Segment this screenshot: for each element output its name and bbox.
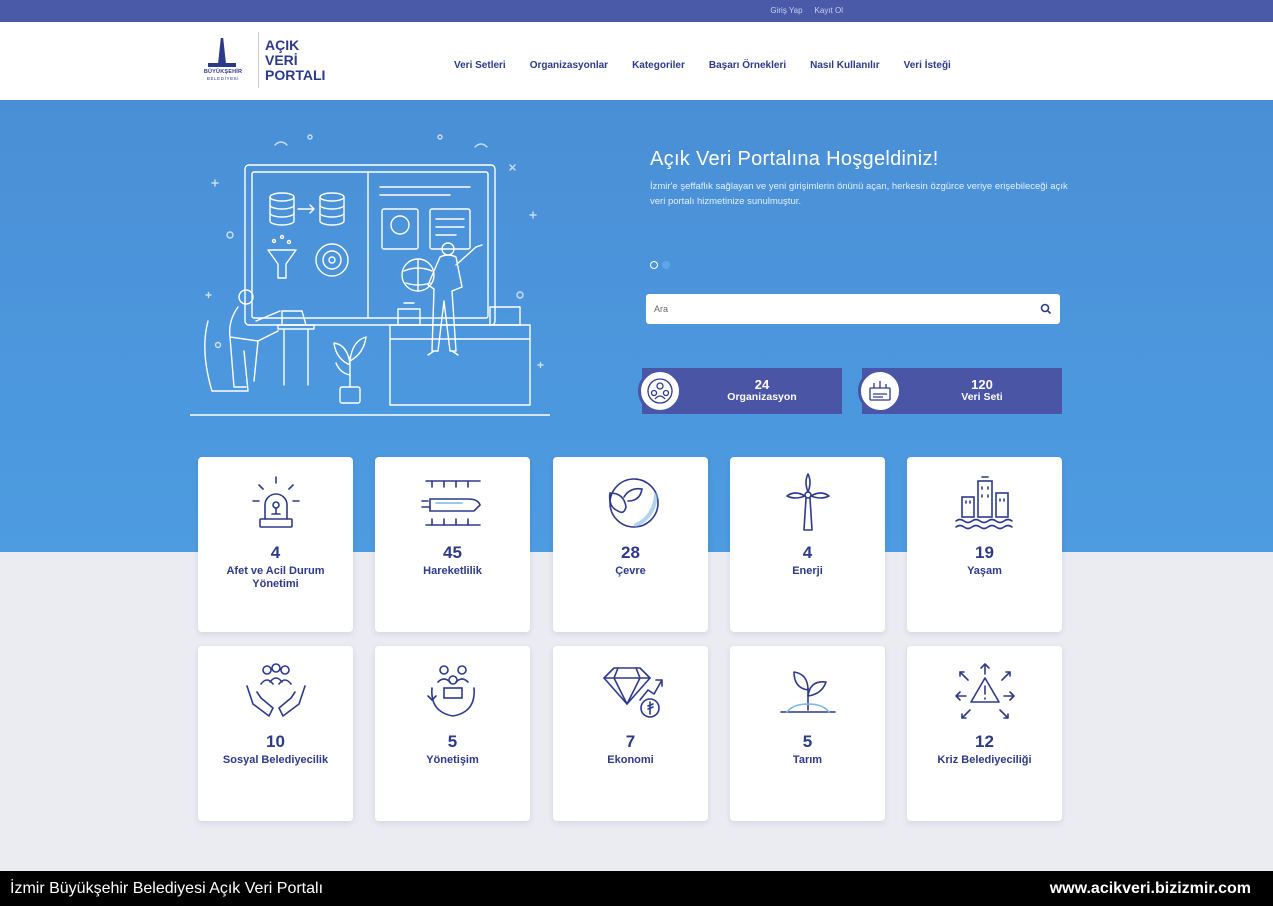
train-icon	[420, 480, 481, 526]
globe-leaf-icon	[608, 478, 659, 528]
crisis-icon	[954, 663, 1015, 719]
hero-description: İzmir'e şeffaflık sağlayan ve yeni giriş…	[650, 181, 1068, 207]
dataset-icon	[858, 369, 902, 413]
category-label: Yaşam	[967, 565, 1002, 577]
category-count: 5	[447, 732, 458, 751]
category-count: 10	[266, 732, 285, 751]
category-card-crisis[interactable]: 12 Kriz Belediyeciliği	[907, 646, 1062, 821]
category-card-disaster[interactable]: 4 Afet ve Acil Durum Yönetimi	[198, 457, 353, 632]
welcome-block: Açık Veri Portalına Hoşgeldiniz! İzmir'e…	[650, 148, 1070, 209]
category-count: 28	[621, 543, 640, 562]
city-icon	[954, 476, 1013, 530]
hands-people-icon	[245, 663, 306, 717]
category-card-agriculture[interactable]: 5 Tarım	[730, 646, 885, 821]
logo-wordmark: AÇIK VERİ PORTALI	[265, 36, 326, 83]
logo-line-3: PORTALI	[265, 66, 326, 83]
siren-icon	[251, 476, 300, 528]
caption-bar: İzmir Büyükşehir Belediyesi Açık Veri Po…	[0, 871, 1273, 906]
auth-links: Giriş Yap Kayıt Ol	[770, 6, 843, 15]
category-card-governance[interactable]: 5 Yönetişim	[375, 646, 530, 821]
logo-line-2: VERİ	[265, 51, 298, 68]
diamond-lira-icon	[602, 667, 663, 718]
top-bar: Giriş Yap Kayıt Ol	[0, 0, 1273, 22]
category-card-energy[interactable]: 4 Enerji	[730, 457, 885, 632]
category-label: Yönetişim	[426, 754, 479, 766]
hero-title: Açık Veri Portalına Hoşgeldiniz!	[650, 148, 939, 170]
category-label: Hareketlilik	[423, 565, 482, 577]
register-link[interactable]: Kayıt Ol	[815, 6, 843, 15]
category-count: 12	[975, 732, 994, 751]
carousel-dots	[650, 261, 670, 269]
category-label: Kriz Belediyeciliği	[937, 754, 1032, 766]
search-icon[interactable]	[1040, 303, 1052, 315]
nav-datasets[interactable]: Veri Setleri	[454, 60, 506, 71]
carousel-dot-2[interactable]	[662, 261, 670, 269]
category-card-social[interactable]: 10 Sosyal Belediyecilik	[198, 646, 353, 821]
category-label: Tarım	[792, 754, 823, 766]
category-count: 4	[270, 543, 281, 562]
stat-datasets-count: 120	[971, 377, 993, 392]
emblem-text-1: BÜYÜKŞEHİR	[203, 69, 243, 75]
search-bar	[646, 294, 1060, 324]
category-count: 7	[625, 732, 636, 751]
stat-datasets[interactable]: 120 Veri Seti	[858, 368, 1062, 414]
nav-categories[interactable]: Kategoriler	[632, 60, 685, 71]
data-analysis-illustration	[190, 134, 550, 416]
category-count: 4	[802, 543, 813, 562]
site-header: BÜYÜKŞEHİR BELEDİYESİ AÇIK VERİ PORTALI …	[0, 22, 1273, 100]
category-card-environment[interactable]: 28 Çevre	[553, 457, 708, 632]
organization-icon	[638, 369, 682, 413]
stat-organizations-label: Organizasyon	[727, 391, 797, 403]
carousel-dot-1[interactable]	[650, 261, 658, 269]
stat-organizations[interactable]: 24 Organizasyon	[638, 368, 842, 414]
category-label: Afet ve Acil Durum Yönetimi	[226, 565, 325, 590]
emblem-text-2: BELEDİYESİ	[206, 76, 240, 81]
login-link[interactable]: Giriş Yap	[770, 6, 802, 15]
nav-how-to-use[interactable]: Nasıl Kullanılır	[810, 60, 879, 71]
stat-datasets-label: Veri Seti	[961, 391, 1003, 403]
stat-organizations-count: 24	[754, 377, 770, 392]
logo-line-1: AÇIK	[265, 36, 300, 53]
category-card-living[interactable]: 19 Yaşam	[907, 457, 1062, 632]
site-logo[interactable]: BÜYÜKŞEHİR BELEDİYESİ AÇIK VERİ PORTALI	[192, 32, 325, 88]
governance-icon	[426, 665, 475, 717]
caption-url: www.acikveri.bizizmir.com	[1049, 879, 1251, 897]
nav-success-stories[interactable]: Başarı Örnekleri	[709, 60, 786, 71]
category-count: 19	[975, 543, 994, 562]
main-nav: Veri Setleri Organizasyonlar Kategoriler…	[454, 60, 951, 71]
category-label: Sosyal Belediyecilik	[222, 754, 329, 766]
nav-organizations[interactable]: Organizasyonlar	[530, 60, 608, 71]
category-card-mobility[interactable]: 45 Hareketlilik	[375, 457, 530, 632]
nav-data-request[interactable]: Veri İsteği	[904, 60, 951, 71]
category-count: 5	[802, 732, 813, 751]
category-card-economy[interactable]: 7 Ekonomi	[553, 646, 708, 821]
search-input[interactable]	[654, 304, 1040, 314]
category-label: Enerji	[792, 565, 823, 577]
category-count: 45	[443, 543, 462, 562]
wind-turbine-icon	[785, 473, 830, 531]
category-label: Çevre	[615, 565, 646, 577]
caption-left: İzmir Büyükşehir Belediyesi Açık Veri Po…	[10, 879, 324, 897]
category-label: Ekonomi	[607, 754, 654, 766]
municipality-emblem-icon: BÜYÜKŞEHİR BELEDİYESİ	[192, 32, 254, 88]
logo-divider	[258, 32, 259, 88]
sprout-icon	[779, 671, 836, 713]
